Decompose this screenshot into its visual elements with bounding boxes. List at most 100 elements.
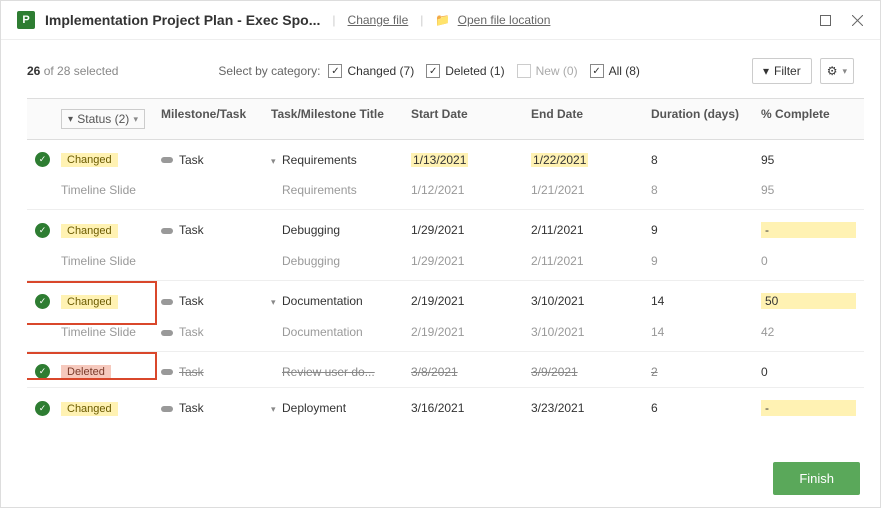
open-folder-group[interactable]: 📁 Open file location [435,13,550,27]
task-pill-icon [161,299,173,305]
cell-end: 1/21/2021 [523,175,643,205]
header-end[interactable]: End Date [523,99,643,139]
header-duration[interactable]: Duration (days) [643,99,753,139]
check-circle-icon[interactable]: ✓ [35,152,50,167]
cell-duration: 14 [643,286,753,316]
cell-end: 3/10/2021 [523,317,643,347]
check-circle-icon[interactable]: ✓ [35,223,50,238]
cell-type: Task [153,424,263,430]
cell-duration: 2 [643,357,753,387]
checkbox-icon [328,64,342,78]
table-row[interactable]: ✓DeletedTaskReview user do...3/8/20213/9… [27,352,864,388]
table-row[interactable]: ✓ChangedTask▾Documentation2/19/20213/10/… [27,281,864,352]
table-row[interactable]: ✓ChangedTask▾Deployment3/16/20213/23/202… [27,388,864,430]
cell-type: Task [153,393,263,423]
dialog-window: P Implementation Project Plan - Exec Spo… [0,0,881,508]
grid-body[interactable]: ✓ChangedTask▾Requirements1/13/20211/22/2… [27,140,864,430]
cell-title: ▾Requirements [263,145,403,175]
cell-type [153,253,263,269]
cell-complete: 0 [753,357,864,387]
cell-end: 3/10/2021 [523,286,643,316]
selection-count: 26 of 28 selected [27,64,118,78]
checkbox-all[interactable]: All (8) [590,64,640,78]
cell-title: Deployment [263,424,403,430]
task-pill-icon [161,228,173,234]
checkbox-icon [426,64,440,78]
separator: | [420,13,423,27]
cell-complete: - [753,392,864,424]
cell-complete: 95 [753,175,864,205]
task-pill-icon [161,157,173,163]
cell-start: 1/29/2021 [403,246,523,276]
status-badge: Deleted [61,365,111,379]
cell-start: 2/19/2021 [403,286,523,316]
cell-start: 1/13/2021 [403,145,523,175]
cell-start: 3/16/2021 [403,393,523,423]
cell-end: 3/9/2021 [523,357,643,387]
header-type[interactable]: Milestone/Task [153,99,263,139]
header-check [27,99,53,139]
cell-type: Task [153,215,263,245]
filter-button[interactable]: ▾Filter [752,58,812,84]
toolbar: 26 of 28 selected Select by category: Ch… [1,40,880,98]
cell-end: 2/11/2021 [523,246,643,276]
cell-start: 1/29/2021 [403,215,523,245]
status-badge: Changed [61,295,118,309]
separator: | [332,13,335,27]
cell-type [153,182,263,198]
status-badge: Changed [61,224,118,238]
header-status[interactable]: ▾Status (2)▾ [53,99,153,139]
cell-start: 1/12/2021 [403,175,523,205]
cell-type: Task [153,317,263,347]
check-circle-icon[interactable]: ✓ [35,294,50,309]
cell-duration: 8 [643,175,753,205]
cell-source: Timeline Slide [53,246,153,276]
status-badge: Changed [61,402,118,416]
titlebar: P Implementation Project Plan - Exec Spo… [1,1,880,40]
cell-duration: 6 [643,393,753,423]
cell-title: Debugging [263,246,403,276]
header-start[interactable]: Start Date [403,99,523,139]
cell-title: ▾Documentation [263,286,403,316]
close-button[interactable] [850,13,864,27]
cell-start: 2/19/2021 [403,317,523,347]
cell-end: 2/11/2021 [523,215,643,245]
cell-start: 3/16/2021 [403,424,523,430]
cell-complete: 95 [753,145,864,175]
check-circle-icon[interactable]: ✓ [35,364,50,379]
cell-complete: 0 [753,424,864,430]
settings-button[interactable]: ⚙▾ [820,58,854,84]
table-row[interactable]: ✓ChangedTask▾Requirements1/13/20211/22/2… [27,140,864,210]
app-icon: P [17,11,35,29]
cell-complete: 42 [753,317,864,347]
cell-duration: 14 [643,317,753,347]
maximize-button[interactable] [818,13,832,27]
cell-duration: 8 [643,145,753,175]
caret-icon: ▾ [271,297,280,308]
header-complete[interactable]: % Complete [753,99,864,139]
cell-title: Documentation [263,317,403,347]
footer: Finish [1,450,880,507]
table-row[interactable]: ✓ Changed TaskDebugging1/29/20212/11/20219… [27,210,864,281]
data-grid: ▾Status (2)▾ Milestone/Task Task/Milesto… [27,98,864,430]
cell-title: Requirements [263,175,403,205]
checkbox-changed[interactable]: Changed (7) [328,64,414,78]
cell-start: 3/8/2021 [403,357,523,387]
checkbox-new[interactable]: New (0) [517,64,578,78]
cell-source: Timeline Slide [53,317,153,347]
chevron-down-icon: ▾ [842,66,847,77]
cell-duration: 9 [643,246,753,276]
window-title: Implementation Project Plan - Exec Spo..… [45,12,320,28]
change-file-link[interactable]: Change file [348,13,409,27]
checkbox-deleted[interactable]: Deleted (1) [426,64,504,78]
task-pill-icon [161,369,173,375]
check-circle-icon[interactable]: ✓ [35,401,50,416]
cell-duration: 9 [643,215,753,245]
grid-area: ▾Status (2)▾ Milestone/Task Task/Milesto… [1,98,880,450]
funnel-icon: ▾ [68,114,73,125]
cell-complete: 0 [753,246,864,276]
header-title[interactable]: Task/Milestone Title [263,99,403,139]
finish-button[interactable]: Finish [773,462,860,495]
funnel-icon: ▾ [763,64,769,78]
cell-complete: 50 [753,285,864,317]
